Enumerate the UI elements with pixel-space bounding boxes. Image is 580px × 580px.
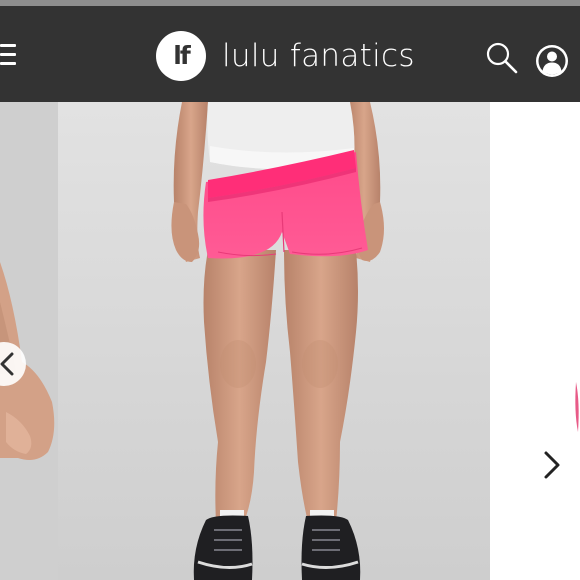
site-header: lf lulu fanatics bbox=[0, 6, 580, 102]
site-logo[interactable]: lf bbox=[156, 31, 206, 81]
main-product-image[interactable] bbox=[58, 102, 490, 580]
product-image-carousel[interactable] bbox=[0, 102, 580, 580]
next-product-image[interactable] bbox=[490, 102, 580, 580]
user-profile-icon[interactable] bbox=[534, 43, 570, 79]
menu-icon[interactable] bbox=[0, 44, 16, 66]
chevron-left-icon[interactable] bbox=[0, 342, 26, 386]
logo-monogram: lf bbox=[173, 40, 191, 70]
search-icon[interactable] bbox=[484, 40, 520, 76]
brand-name[interactable]: lulu fanatics bbox=[222, 36, 415, 76]
previous-product-image[interactable] bbox=[0, 102, 58, 580]
chevron-right-icon[interactable] bbox=[540, 449, 564, 481]
